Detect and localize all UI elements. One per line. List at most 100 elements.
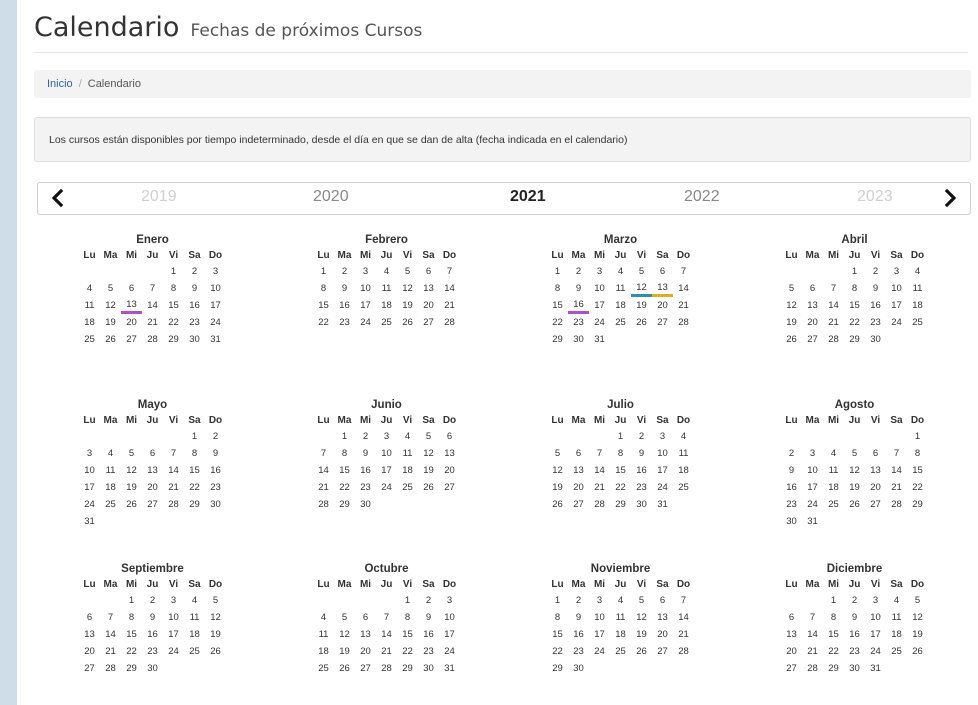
day-cell: 27: [657, 646, 668, 657]
weekday-label: Do: [208, 250, 223, 261]
year-2022[interactable]: 2022: [684, 188, 720, 206]
week-row: 4 5 6 7 8 9 10: [313, 609, 460, 626]
day-cell: 1: [404, 595, 411, 606]
day-cell: 16: [573, 629, 584, 640]
year-2021[interactable]: 2021: [510, 188, 546, 206]
day-cell: 28: [105, 663, 116, 674]
day-cell: 2: [425, 595, 432, 606]
day-cell: 24: [594, 317, 605, 328]
day-cell: 18: [189, 629, 200, 640]
day-cell: 17: [870, 629, 881, 640]
day-cell: 2: [575, 266, 582, 277]
weekday-label: Lu: [317, 415, 330, 426]
day-cell: 13: [657, 612, 668, 623]
day-cell: 4: [617, 595, 624, 606]
day-cell: 3: [659, 431, 666, 442]
day-cell: 10: [210, 283, 221, 294]
day-cell: 13: [573, 465, 584, 476]
day-cell: 27: [444, 482, 455, 493]
day-cell: 17: [360, 300, 371, 311]
year-2020[interactable]: 2020: [313, 188, 349, 206]
day-cell: 20: [84, 646, 95, 657]
day-cell: 18: [84, 317, 95, 328]
day-cell: 23: [189, 317, 200, 328]
day-cell: 30: [849, 663, 860, 674]
day-cell: 18: [381, 300, 392, 311]
day-cell: 28: [147, 334, 158, 345]
day-cell: 22: [189, 482, 200, 493]
week-row: 19 20 21 22 23 24 25: [547, 479, 694, 496]
day-cell: 9: [575, 612, 582, 623]
course-date-day[interactable]: 16: [568, 297, 589, 314]
weekday-label: Ju: [146, 415, 159, 426]
day-cell: 9: [362, 448, 369, 459]
day-cell: 19: [636, 629, 647, 640]
day-cell: 10: [594, 283, 605, 294]
day-cell: 5: [212, 595, 219, 606]
day-cell: 22: [168, 317, 179, 328]
day-cell: 18: [105, 482, 116, 493]
month-title: Septiembre: [121, 563, 184, 575]
weekday-header: Lu Ma Mi Ju Vi Sa Do: [781, 577, 928, 592]
day-cell: 19: [105, 317, 116, 328]
day-cell: 18: [678, 465, 689, 476]
day-cell: 13: [870, 465, 881, 476]
day-cell: 27: [807, 334, 818, 345]
day-cell: 6: [425, 266, 432, 277]
month-junio: Junio Lu Ma Mi Ju Vi Sa Do 1 2 3 4 5 6 7 8 9 10 11 12 13 14 15…: [313, 398, 460, 513]
weekday-label: Do: [442, 250, 457, 261]
day-cell: 29: [615, 499, 626, 510]
day-cell: 28: [318, 499, 329, 510]
week-row: 2 3 4 5 6 7 8: [781, 445, 928, 462]
empty-day: [355, 592, 376, 609]
year-2019[interactable]: 2019: [141, 188, 177, 206]
day-cell: 23: [636, 482, 647, 493]
weekday-label: Ju: [380, 415, 393, 426]
day-cell: 28: [594, 499, 605, 510]
empty-day: [781, 428, 802, 445]
day-cell: 21: [105, 646, 116, 657]
day-cell: 7: [107, 612, 114, 623]
day-cell: 27: [657, 317, 668, 328]
course-date-day[interactable]: 13: [652, 280, 673, 297]
day-cell: 6: [872, 448, 879, 459]
day-cell: 31: [870, 663, 881, 674]
day-cell: 20: [423, 300, 434, 311]
course-date-day[interactable]: 13: [121, 297, 142, 314]
day-cell: 4: [617, 266, 624, 277]
day-cell: 10: [657, 448, 668, 459]
day-cell: 12: [423, 448, 434, 459]
day-cell: 26: [636, 646, 647, 657]
day-cell: 25: [912, 317, 923, 328]
month-noviembre: Noviembre Lu Ma Mi Ju Vi Sa Do 1 2 3 4 5 6 7 8 9 10 11 12 13…: [547, 562, 694, 677]
weekday-label: Do: [442, 579, 457, 590]
week-row: 8 9 10 11 12 13 14: [547, 609, 694, 626]
day-cell: 8: [554, 283, 561, 294]
weekday-label: Ju: [848, 579, 861, 590]
day-cell: 21: [678, 629, 689, 640]
chevron-left-icon[interactable]: [48, 187, 68, 209]
chevron-right-icon[interactable]: [940, 187, 960, 209]
day-cell: 26: [912, 646, 923, 657]
day-cell: 13: [786, 629, 797, 640]
day-cell: 12: [552, 465, 563, 476]
day-cell: 17: [444, 629, 455, 640]
day-cell: 5: [554, 448, 561, 459]
weekday-label: Mi: [827, 415, 840, 426]
day-cell: 15: [849, 300, 860, 311]
week-row: 22 23 24 25 26 27 28: [547, 643, 694, 660]
empty-day: [121, 428, 142, 445]
day-cell: 19: [339, 646, 350, 657]
weekday-label: Vi: [636, 415, 647, 426]
day-cell: 25: [318, 663, 329, 674]
day-cell: 20: [360, 646, 371, 657]
day-cell: 6: [86, 612, 93, 623]
week-row: 4 5 6 7 8 9 10: [79, 280, 226, 297]
course-date-day[interactable]: 12: [631, 280, 652, 297]
year-2023[interactable]: 2023: [857, 188, 893, 206]
breadcrumb-home-link[interactable]: Inicio: [47, 78, 73, 90]
day-cell: 11: [105, 465, 116, 476]
info-notice: Los cursos están disponibles por tiempo …: [34, 117, 971, 162]
day-cell: 13: [423, 283, 434, 294]
day-cell: 20: [147, 482, 158, 493]
